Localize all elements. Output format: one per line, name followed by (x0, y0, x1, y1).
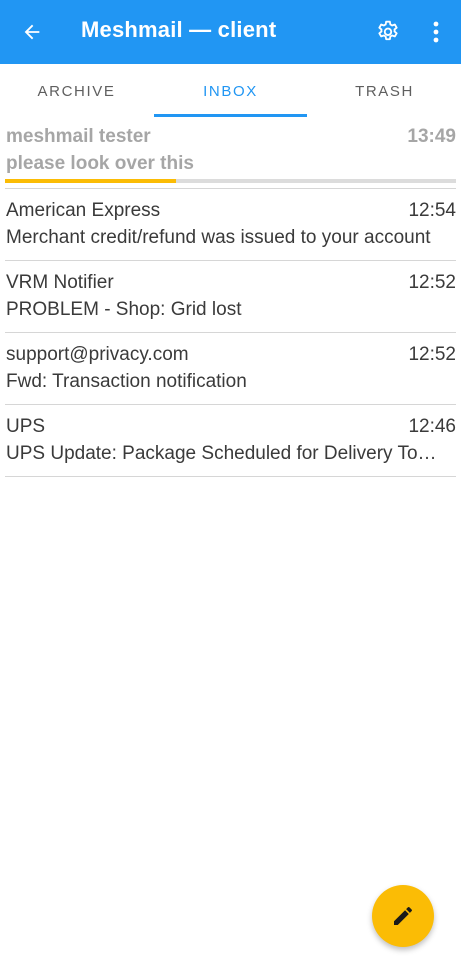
subject: Merchant credit/refund was issued to you… (6, 227, 431, 248)
tab-inbox[interactable]: INBOX (154, 64, 307, 118)
list-item[interactable]: meshmail tester 13:49 please look over t… (5, 118, 456, 189)
subject: UPS Update: Package Scheduled for Delive… (6, 443, 451, 464)
message-list: meshmail tester 13:49 please look over t… (5, 118, 456, 477)
timestamp: 12:46 (408, 416, 456, 437)
subject: PROBLEM - Shop: Grid lost (6, 299, 242, 320)
list-item[interactable]: support@privacy.com 12:52 Fwd: Transacti… (5, 333, 456, 405)
meshmail-app: Meshmail — client ARCHIVE INBOX TRASH me… (0, 0, 461, 974)
sender: American Express (6, 200, 161, 221)
timestamp: 12:52 (408, 272, 456, 293)
app-title: Meshmail — client (81, 17, 277, 42)
tab-trash[interactable]: TRASH (308, 64, 461, 118)
active-tab-indicator (154, 114, 307, 117)
subject: please look over this (6, 153, 194, 174)
more-vert-icon[interactable] (422, 18, 450, 46)
back-arrow-icon[interactable] (18, 18, 46, 46)
sender: VRM Notifier (6, 272, 114, 293)
list-item[interactable]: American Express 12:54 Merchant credit/r… (5, 189, 456, 261)
app-bar: Meshmail — client (0, 0, 461, 64)
subject: Fwd: Transaction notification (6, 371, 247, 392)
pencil-icon (391, 904, 415, 928)
timestamp: 12:54 (408, 200, 456, 221)
tab-archive[interactable]: ARCHIVE (0, 64, 153, 118)
folder-tabs: ARCHIVE INBOX TRASH (0, 64, 461, 118)
list-item[interactable]: UPS 12:46 UPS Update: Package Scheduled … (5, 405, 456, 477)
timestamp: 13:49 (407, 126, 456, 147)
send-progress-fill (5, 179, 177, 183)
timestamp: 12:52 (408, 344, 456, 365)
gear-icon[interactable] (374, 18, 402, 46)
sender: support@privacy.com (6, 344, 189, 365)
compose-button[interactable] (372, 885, 434, 947)
list-item[interactable]: VRM Notifier 12:52 PROBLEM - Shop: Grid … (5, 261, 456, 333)
sender: meshmail tester (6, 126, 151, 147)
sender: UPS (6, 416, 46, 437)
send-progress-bar (5, 179, 456, 183)
